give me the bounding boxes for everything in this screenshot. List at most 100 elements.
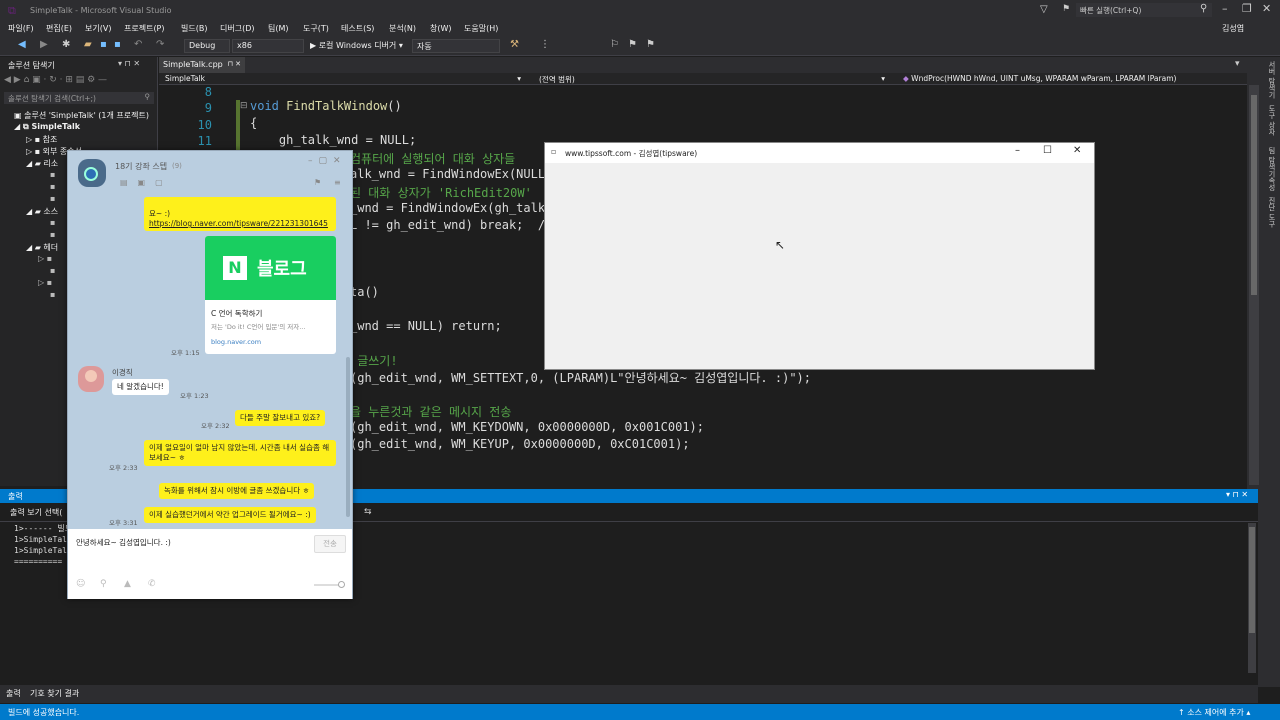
image-icon[interactable]: ▲ xyxy=(124,579,131,589)
nav-project-select[interactable]: SimpleTalk ▾ xyxy=(161,73,525,84)
search-icon[interactable]: ⚲ xyxy=(1200,3,1207,14)
mode-select[interactable]: 자동 xyxy=(412,39,500,53)
user-name[interactable]: 김성엽 xyxy=(1222,23,1244,34)
back-icon[interactable]: ◀ xyxy=(18,39,26,50)
emoji-icon[interactable]: ☺ xyxy=(76,579,85,589)
tab-find-symbol[interactable]: 기호 찾기 결과 xyxy=(30,688,79,699)
side-tab-toolbox[interactable]: 도구 상자 xyxy=(1267,105,1277,135)
message-time: 오후 2:33 xyxy=(109,464,138,472)
menu-team[interactable]: 팀(M) xyxy=(268,23,289,34)
filter-icon[interactable]: ▽ xyxy=(1040,4,1048,15)
tree-file[interactable]: ▪ xyxy=(50,290,55,299)
output-window-controls[interactable]: ▾ ⊓ ✕ xyxy=(1226,490,1248,499)
forward-icon[interactable]: ▶ xyxy=(40,39,48,50)
se-title: 솔루션 탐색기 xyxy=(8,61,55,70)
tree-project[interactable]: ◢ ⧉ SimpleTalk xyxy=(14,122,80,132)
quick-launch-input[interactable]: 빠른 실행(Ctrl+Q) xyxy=(1076,3,1212,17)
minimize-icon[interactable]: – xyxy=(1222,2,1228,15)
menu-tools[interactable]: 도구(T) xyxy=(303,23,329,34)
tree-item[interactable]: ◢ ▰ 리소 xyxy=(26,158,58,169)
undo-icon[interactable]: ↶ xyxy=(134,39,142,50)
save-icon[interactable]: ▪ xyxy=(100,39,107,50)
format-icon[interactable]: ⋮ xyxy=(540,39,550,50)
menu-icon[interactable]: ≡ xyxy=(334,178,341,187)
tab-output[interactable]: 출력 xyxy=(6,688,21,699)
bookmark-prev-icon[interactable]: ⚑ xyxy=(646,39,655,50)
tree-file[interactable]: ▪ xyxy=(50,266,55,275)
tree-item[interactable]: ◢ ▰ 헤더 xyxy=(26,242,58,253)
menu-edit[interactable]: 편집(E) xyxy=(46,23,72,34)
message-input[interactable]: 안녕하세요~ 김성엽입니다. :) xyxy=(76,537,171,548)
new-project-icon[interactable]: ✱ xyxy=(62,39,70,50)
message-link[interactable]: https://blog.naver.com/tipsware/22123130… xyxy=(149,219,331,229)
nav-scope-select[interactable]: (전역 범위) ▾ xyxy=(531,73,889,84)
se-search-input[interactable]: 솔루션 탐색기 검색(Ctrl+;) ⚲ xyxy=(4,92,154,104)
tab-overflow-icon[interactable]: ▾ xyxy=(1235,59,1240,69)
side-tab-properties[interactable]: 속성 xyxy=(1267,177,1277,191)
menu-help[interactable]: 도움말(H) xyxy=(464,23,498,34)
close-icon[interactable]: ✕ xyxy=(1262,2,1271,15)
link-preview-card[interactable]: N 블로그 C 언어 독학하기 저는 'Do it! C언어 입문'의 저자..… xyxy=(205,236,336,354)
tree-file[interactable]: ▪ xyxy=(50,182,55,191)
side-tab-team-explorer[interactable]: 팀 탐색기 xyxy=(1267,147,1277,177)
attach-icon[interactable]: ⚲ xyxy=(100,579,107,589)
send-button[interactable]: 전송 xyxy=(314,535,346,553)
maximize-icon[interactable]: ☐ xyxy=(1043,145,1052,156)
chat-window-controls[interactable]: –▢✕ xyxy=(308,156,347,166)
close-icon[interactable]: ✕ xyxy=(1073,145,1081,156)
redo-icon[interactable]: ↷ xyxy=(156,39,164,50)
bookmark-next-icon[interactable]: ⚑ xyxy=(628,39,637,50)
editor-scroll-thumb[interactable] xyxy=(1251,95,1257,295)
tree-solution[interactable]: ▣ 솔루션 'SimpleTalk' (1개 프로젝트) xyxy=(14,110,149,121)
tree-file[interactable]: ▪ xyxy=(50,170,55,179)
menu-build[interactable]: 빌드(B) xyxy=(181,23,207,34)
slider-handle[interactable] xyxy=(338,581,345,588)
code-text: () xyxy=(387,99,402,113)
tree-item[interactable]: ◢ ▰ 소스 xyxy=(26,206,58,217)
tree-file[interactable]: ▪ xyxy=(50,218,55,227)
tab-pin-icon[interactable]: ⊓ ✕ xyxy=(227,60,241,68)
open-icon[interactable]: ▰ xyxy=(84,39,92,50)
word-wrap-icon[interactable]: ⇆ xyxy=(364,507,372,517)
minimize-icon[interactable]: – xyxy=(1015,145,1020,156)
tool-icon[interactable]: ⚒ xyxy=(510,39,519,50)
source-control-button[interactable]: ↑ 소스 제어에 추가 ▴ xyxy=(1178,707,1250,718)
menu-view[interactable]: 보기(V) xyxy=(85,23,111,34)
menu-analyze[interactable]: 분석(N) xyxy=(389,23,416,34)
collapse-icon[interactable]: ⊟ xyxy=(240,101,248,111)
bookmark-icon[interactable]: ⚐ xyxy=(610,39,619,50)
output-scrollbar[interactable] xyxy=(1248,523,1256,673)
opacity-slider[interactable] xyxy=(314,581,345,588)
platform-select[interactable]: x86 xyxy=(232,39,304,53)
notification-icon[interactable]: ⚑ xyxy=(314,178,321,187)
maximize-icon[interactable]: ❐ xyxy=(1242,2,1252,15)
output-scroll-thumb[interactable] xyxy=(1249,527,1255,633)
menu-project[interactable]: 프로젝트(P) xyxy=(124,23,165,34)
tree-item[interactable]: ▷ ▪ 참조 xyxy=(26,134,57,145)
menu-file[interactable]: 파일(F) xyxy=(8,23,34,34)
tree-file[interactable]: ▪ xyxy=(50,230,55,239)
pin-icon[interactable]: ▾ ⊓ ✕ xyxy=(118,59,140,68)
chat-header: 18기 강좌 스텝 (9) ▤▣▢ ⚑ ≡ –▢✕ xyxy=(68,151,352,197)
call-icon[interactable]: ✆ xyxy=(148,579,156,589)
side-tab-diagnostics[interactable]: 진단 도구 xyxy=(1267,197,1277,227)
save-all-icon[interactable]: ▪ xyxy=(114,39,121,50)
menu-debug[interactable]: 디버그(D) xyxy=(220,23,254,34)
chat-scrollbar[interactable] xyxy=(346,357,350,517)
tree-file[interactable]: ▪ xyxy=(50,194,55,203)
menu-window[interactable]: 창(W) xyxy=(430,23,452,34)
tree-file[interactable]: ▷ ▪ xyxy=(38,278,52,287)
code-line: _wnd = FindWindowEx(gh_talk_ xyxy=(350,201,553,215)
nav-func-select[interactable]: ◆ WndProc(HWND hWnd, UINT uMsg, WPARAM w… xyxy=(895,73,1245,84)
side-tab-server-explorer[interactable]: 서버 탐색기 xyxy=(1267,61,1277,98)
tab-simpletalk-cpp[interactable]: SimpleTalk.cpp ⊓ ✕ xyxy=(159,57,245,73)
sender-avatar[interactable] xyxy=(78,366,104,392)
editor-scrollbar[interactable] xyxy=(1249,85,1259,485)
tree-file[interactable]: ▷ ▪ xyxy=(38,254,52,263)
config-select[interactable]: Debug xyxy=(184,39,230,53)
message-list: 요~ :) https://blog.naver.com/tipsware/22… xyxy=(68,197,352,529)
chat-header-icons[interactable]: ▤▣▢ xyxy=(120,178,173,187)
menu-test[interactable]: 테스트(S) xyxy=(341,23,374,34)
run-debugger-button[interactable]: ▶ 로컬 Windows 디버거 ▾ xyxy=(310,40,403,51)
feedback-icon[interactable]: ⚑ xyxy=(1062,4,1070,14)
